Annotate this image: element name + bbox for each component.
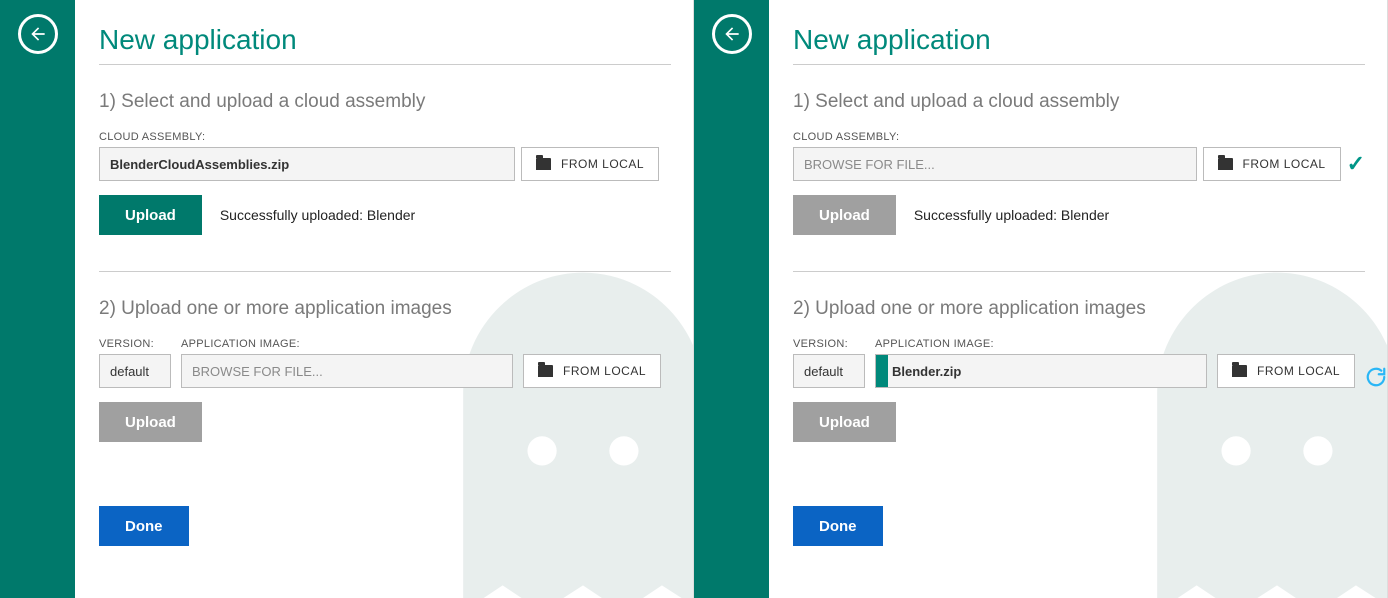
done-row: Done	[793, 506, 1365, 546]
cloud-assembly-input[interactable]	[793, 147, 1197, 181]
panel-left: New application 1) Select and upload a c…	[0, 0, 694, 598]
upload-image-button[interactable]: Upload	[99, 402, 202, 442]
app-image-input[interactable]: Blender.zip	[875, 354, 1207, 388]
check-icon: ✓	[1347, 151, 1365, 177]
back-button[interactable]	[18, 14, 58, 54]
upload-row-2: Upload	[99, 402, 671, 442]
divider-2	[99, 271, 671, 272]
upload-status-text: Successfully uploaded: Blender	[914, 207, 1109, 223]
back-arrow-icon	[28, 24, 48, 44]
assembly-field-row: FROM LOCAL	[99, 147, 671, 181]
cloud-assembly-input[interactable]	[99, 147, 515, 181]
upload-image-button[interactable]: Upload	[793, 402, 896, 442]
folder-icon	[536, 158, 551, 170]
back-button[interactable]	[712, 14, 752, 54]
page-title: New application	[99, 24, 671, 56]
app-image-input[interactable]	[181, 354, 513, 388]
step1-label: 1) Select and upload a cloud assembly	[793, 91, 1365, 113]
step2-label: 2) Upload one or more application images	[99, 298, 671, 320]
folder-icon	[538, 365, 553, 377]
done-button[interactable]: Done	[99, 506, 189, 546]
from-local-button[interactable]: FROM LOCAL	[521, 147, 659, 181]
app-image-label: APPLICATION IMAGE:	[875, 338, 1207, 350]
done-row: Done	[99, 506, 671, 546]
assembly-field-row: FROM LOCAL ✓	[793, 147, 1365, 181]
sidebar	[694, 0, 769, 598]
cloud-assembly-label: CLOUD ASSEMBLY:	[793, 131, 1365, 143]
folder-icon	[1218, 158, 1233, 170]
content-area: New application 1) Select and upload a c…	[75, 0, 693, 598]
version-image-row: VERSION: APPLICATION IMAGE: Blender.zip …	[793, 338, 1365, 388]
from-local-label: FROM LOCAL	[561, 157, 644, 171]
divider	[99, 64, 671, 65]
upload-assembly-button[interactable]: Upload	[99, 195, 202, 235]
divider	[793, 64, 1365, 65]
upload-row-1: Upload Successfully uploaded: Blender	[99, 195, 671, 235]
from-local-button[interactable]: FROM LOCAL	[1203, 147, 1341, 181]
folder-icon	[1232, 365, 1247, 377]
from-local-label: FROM LOCAL	[563, 364, 646, 378]
content-area: New application 1) Select and upload a c…	[769, 0, 1387, 598]
version-label: VERSION:	[99, 338, 171, 350]
done-button[interactable]: Done	[793, 506, 883, 546]
version-input[interactable]	[99, 354, 171, 388]
upload-status-text: Successfully uploaded: Blender	[220, 207, 415, 223]
page-title: New application	[793, 24, 1365, 56]
app-image-label: APPLICATION IMAGE:	[181, 338, 513, 350]
upload-assembly-button[interactable]: Upload	[793, 195, 896, 235]
from-local-button-2[interactable]: FROM LOCAL	[523, 354, 661, 388]
cloud-assembly-label: CLOUD ASSEMBLY:	[99, 131, 671, 143]
divider-2	[793, 271, 1365, 272]
upload-row-1: Upload Successfully uploaded: Blender	[793, 195, 1365, 235]
sidebar	[0, 0, 75, 598]
step2-label: 2) Upload one or more application images	[793, 298, 1365, 320]
step1-label: 1) Select and upload a cloud assembly	[99, 91, 671, 113]
panel-right: New application 1) Select and upload a c…	[694, 0, 1388, 598]
version-label: VERSION:	[793, 338, 865, 350]
from-local-label: FROM LOCAL	[1243, 157, 1326, 171]
version-image-row: VERSION: APPLICATION IMAGE: FROM LOCAL	[99, 338, 671, 388]
back-arrow-icon	[722, 24, 742, 44]
version-input[interactable]	[793, 354, 865, 388]
refresh-spinner-icon	[1365, 366, 1387, 388]
from-local-button-2[interactable]: FROM LOCAL	[1217, 354, 1355, 388]
upload-row-2: Upload	[793, 402, 1365, 442]
app-image-filename: Blender.zip	[876, 364, 961, 379]
from-local-label: FROM LOCAL	[1257, 364, 1340, 378]
